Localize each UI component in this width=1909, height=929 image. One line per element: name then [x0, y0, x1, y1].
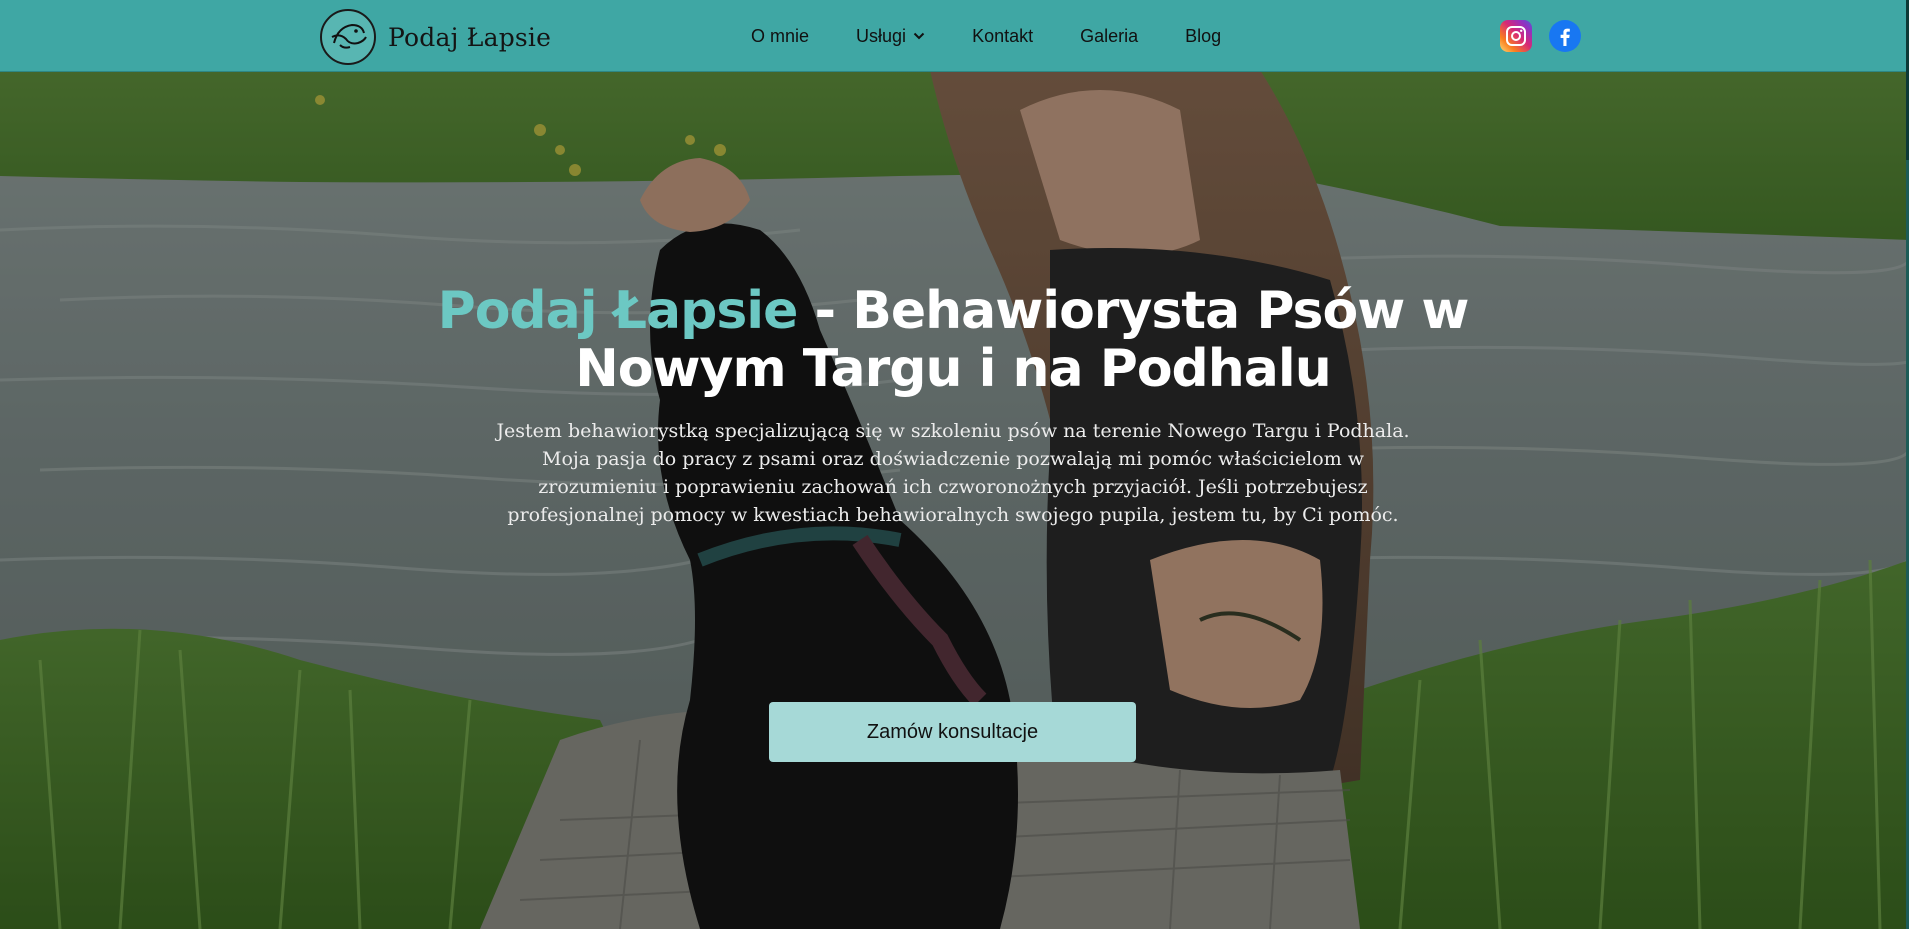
main-nav: O mnie Usługi Kontakt Galeria Blog	[751, 0, 1221, 72]
dog-paw-logo-icon	[320, 9, 376, 65]
nav-item-uslugi[interactable]: Usługi	[856, 26, 925, 47]
facebook-icon[interactable]	[1549, 20, 1581, 52]
nav-item-blog[interactable]: Blog	[1185, 26, 1221, 47]
instagram-icon[interactable]	[1500, 20, 1532, 52]
nav-item-label: Kontakt	[972, 25, 1034, 46]
social-links	[1500, 20, 1581, 52]
brand-name: Podaj Łapsie	[388, 22, 552, 52]
nav-item-label: Blog	[1185, 25, 1222, 46]
hero-title-brand: Podaj Łapsie	[437, 281, 799, 341]
hero-title: Podaj Łapsie - Behawiorysta Psów w Nowym…	[330, 282, 1576, 398]
brand-home-link[interactable]: Podaj Łapsie	[320, 9, 552, 65]
nav-item-galeria[interactable]: Galeria	[1080, 26, 1138, 47]
order-consultation-button[interactable]: Zamów konsultacje	[769, 702, 1136, 762]
nav-item-o-mnie[interactable]: O mnie	[751, 26, 809, 47]
nav-item-label: O mnie	[751, 25, 810, 46]
chevron-down-icon	[913, 32, 925, 40]
nav-item-kontakt[interactable]: Kontakt	[972, 26, 1033, 47]
hero-description: Jestem behawiorystką specjalizującą się …	[496, 420, 1410, 526]
nav-item-label: Galeria	[1080, 25, 1139, 46]
nav-item-label: Usługi	[856, 25, 907, 46]
top-navbar: Podaj Łapsie O mnie Usługi Kontakt Galer…	[0, 0, 1906, 72]
